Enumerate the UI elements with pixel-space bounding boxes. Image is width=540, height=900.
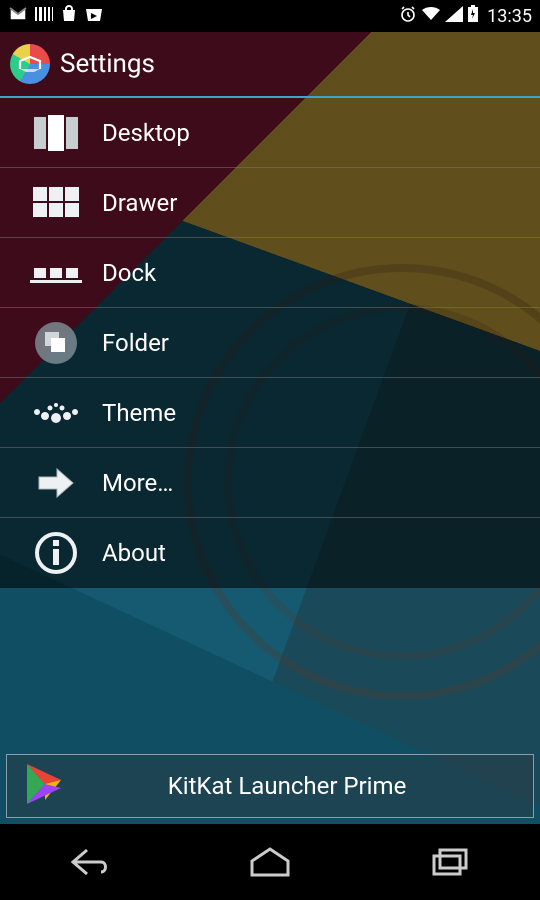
settings-panel: Settings Desktop Drawer Dock Folder — [0, 32, 540, 588]
recents-button[interactable] — [395, 840, 505, 884]
settings-item-more[interactable]: More… — [0, 448, 540, 518]
settings-item-about[interactable]: About — [0, 518, 540, 588]
settings-item-label: Desktop — [102, 119, 190, 147]
settings-item-label: More… — [102, 469, 173, 497]
page-title: Settings — [60, 49, 155, 79]
drawer-icon — [28, 181, 84, 225]
play-store-icon — [21, 760, 69, 812]
folder-icon — [28, 321, 84, 365]
wifi-icon — [421, 6, 441, 27]
desktop-icon — [28, 111, 84, 155]
play-store-icon — [84, 5, 104, 28]
barcode-icon — [34, 6, 54, 27]
alarm-icon — [399, 5, 417, 28]
clock-label: 13:35 — [487, 6, 532, 27]
settings-item-label: Dock — [102, 259, 156, 287]
panel-header: Settings — [0, 32, 540, 98]
promo-bar[interactable]: KitKat Launcher Prime — [6, 754, 534, 818]
back-button[interactable] — [35, 840, 145, 884]
navigation-bar — [0, 824, 540, 900]
home-button[interactable] — [215, 840, 325, 884]
cell-signal-icon — [445, 6, 463, 27]
settings-list: Desktop Drawer Dock Folder Theme — [0, 98, 540, 588]
settings-item-theme[interactable]: Theme — [0, 378, 540, 448]
settings-item-drawer[interactable]: Drawer — [0, 168, 540, 238]
app-icon — [10, 44, 50, 84]
settings-item-label: About — [102, 539, 166, 567]
arrow-right-icon — [28, 461, 84, 505]
info-icon — [28, 531, 84, 575]
battery-charging-icon — [467, 5, 479, 28]
settings-item-folder[interactable]: Folder — [0, 308, 540, 378]
shopping-bag-icon — [60, 5, 78, 28]
settings-item-dock[interactable]: Dock — [0, 238, 540, 308]
gmail-icon — [8, 6, 28, 27]
dock-icon — [28, 251, 84, 295]
settings-item-label: Folder — [102, 329, 169, 357]
theme-icon — [28, 391, 84, 435]
status-bar: 13:35 — [0, 0, 540, 32]
settings-item-label: Drawer — [102, 189, 177, 217]
settings-item-label: Theme — [102, 399, 176, 427]
promo-label: KitKat Launcher Prime — [85, 772, 519, 800]
settings-item-desktop[interactable]: Desktop — [0, 98, 540, 168]
